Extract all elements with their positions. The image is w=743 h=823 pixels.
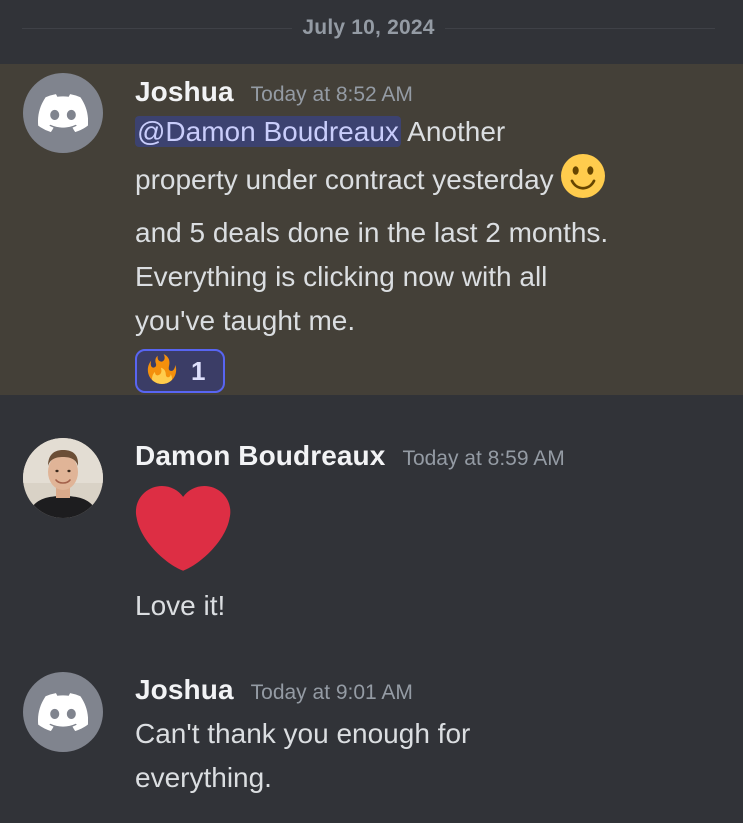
discord-logo-icon	[38, 693, 88, 731]
discord-logo-icon	[38, 94, 88, 132]
message-content: Joshua Today at 8:52 AM @Damon Boudreaux…	[135, 76, 723, 393]
message-text-part: and 5 deals done in the last 2 months. E…	[135, 217, 609, 336]
username[interactable]: Damon Boudreaux	[135, 440, 385, 472]
message-content: Joshua Today at 9:01 AM Can't thank you …	[135, 674, 723, 800]
avatar[interactable]	[23, 73, 103, 153]
message-text: @Damon Boudreaux Another property under …	[135, 110, 615, 343]
timestamp[interactable]: Today at 8:59 AM	[402, 447, 564, 471]
username[interactable]: Joshua	[135, 674, 234, 706]
fire-icon	[147, 353, 177, 390]
date-divider: July 10, 2024	[22, 10, 716, 46]
date-divider-label: July 10, 2024	[302, 16, 435, 39]
message-damon[interactable]: Damon Boudreaux Today at 8:59 AM Love it…	[0, 418, 743, 638]
avatar[interactable]	[23, 438, 103, 518]
avatar[interactable]	[23, 672, 103, 752]
message-joshua-2[interactable]: Joshua Today at 9:01 AM Can't thank you …	[0, 652, 743, 823]
reaction-count: 1	[191, 355, 206, 386]
red-heart-icon	[135, 486, 231, 582]
message-header: Joshua Today at 9:01 AM	[135, 674, 723, 706]
message-content: Damon Boudreaux Today at 8:59 AM Love it…	[135, 440, 723, 628]
slightly-smiling-face-icon	[561, 154, 606, 211]
divider-line-right	[444, 27, 716, 29]
message-header: Damon Boudreaux Today at 8:59 AM	[135, 440, 723, 472]
user-mention[interactable]: @Damon Boudreaux	[135, 116, 401, 147]
message-text: Can't thank you enough for everything.	[135, 718, 471, 793]
message-text: Love it!	[135, 590, 226, 621]
chat-channel: July 10, 2024 Joshua Today at 8:52 AM @D…	[0, 0, 743, 823]
divider-line-left	[22, 27, 293, 29]
reaction-fire[interactable]: 1	[135, 349, 225, 393]
timestamp[interactable]: Today at 9:01 AM	[251, 681, 413, 705]
profile-photo	[23, 438, 103, 518]
message-joshua-1[interactable]: Joshua Today at 8:52 AM @Damon Boudreaux…	[0, 64, 743, 395]
message-header: Joshua Today at 8:52 AM	[135, 76, 723, 108]
timestamp[interactable]: Today at 8:52 AM	[251, 83, 413, 107]
username[interactable]: Joshua	[135, 76, 234, 108]
